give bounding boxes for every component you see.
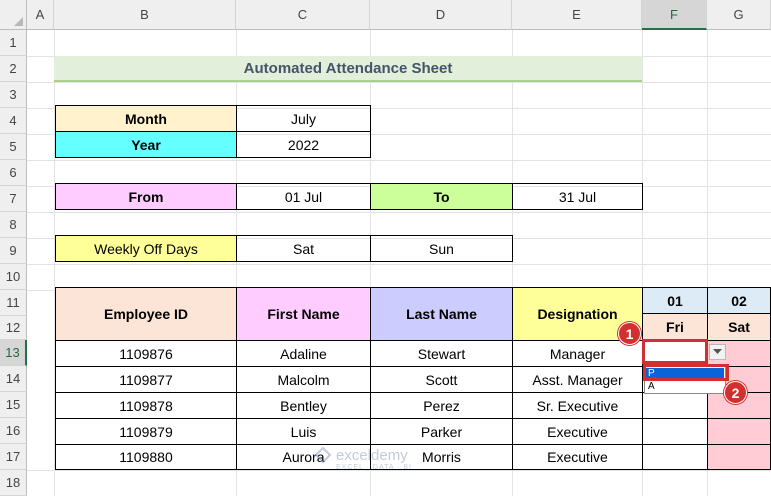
header-weekday-sat[interactable]: Sat [707,313,771,341]
cell-last-name[interactable]: Stewart [370,340,513,367]
attendance-cell[interactable] [642,392,708,419]
cell-first-name[interactable]: Malcolm [236,366,371,393]
row-header-12[interactable]: 12 [0,316,27,340]
gridline [27,264,771,265]
watermark-tagline: EXCEL · DATA · BI [336,464,412,471]
row-header-9[interactable]: 9 [0,238,27,264]
column-header-f[interactable]: F [642,0,707,30]
column-header-g[interactable]: G [707,0,771,30]
cell-designation[interactable]: Executive [512,418,643,445]
row-header-8[interactable]: 8 [0,212,27,238]
select-all-corner[interactable] [0,0,27,30]
to-label[interactable]: To [370,183,513,210]
gridline [27,212,771,213]
column-header-d[interactable]: D [370,0,512,30]
attendance-cell[interactable] [642,418,708,445]
cell-first-name[interactable]: Adaline [236,340,371,367]
from-label[interactable]: From [55,183,237,210]
cell-employee-id[interactable]: 1109876 [55,340,237,367]
watermark: exceldemy EXCEL · DATA · BI [314,446,464,480]
row-header-18[interactable]: 18 [0,470,27,496]
header-date-02[interactable]: 02 [707,287,771,314]
callout-badge-2: 2 [724,381,747,404]
row-header-17[interactable]: 17 [0,444,27,470]
weekly-off-label[interactable]: Weekly Off Days [55,235,237,262]
cell-last-name[interactable]: Scott [370,366,513,393]
cell-employee-id[interactable]: 1109877 [55,366,237,393]
row-header-11[interactable]: 11 [0,290,27,316]
cell-last-name[interactable]: Parker [370,418,513,445]
row-header-10[interactable]: 10 [0,264,27,290]
cell-employee-id[interactable]: 1109880 [55,444,237,470]
row-header-4[interactable]: 4 [0,108,27,134]
header-employee-id[interactable]: Employee ID [55,287,237,341]
sheet-title[interactable]: Automated Attendance Sheet [54,56,642,82]
gridline [27,82,771,83]
weekly-off-day1[interactable]: Sat [236,235,371,262]
dropdown-option-highlight [643,364,729,381]
row-header-6[interactable]: 6 [0,160,27,186]
weekend-cell[interactable] [707,418,771,445]
row-header-15[interactable]: 15 [0,392,27,418]
cell-designation[interactable]: Asst. Manager [512,366,643,393]
watermark-logo: exceldemy [314,446,464,464]
row-header-3[interactable]: 3 [0,82,27,108]
cell-designation[interactable]: Sr. Executive [512,392,643,419]
column-header-e[interactable]: E [512,0,642,30]
exceldemy-logo-icon [314,446,332,464]
cell-first-name[interactable]: Luis [236,418,371,445]
cell-last-name[interactable]: Perez [370,392,513,419]
row-header-1[interactable]: 1 [0,30,27,56]
gridline [27,160,771,161]
attendance-cell[interactable] [642,444,708,470]
year-label[interactable]: Year [55,131,237,158]
row-header-16[interactable]: 16 [0,418,27,444]
year-value[interactable]: 2022 [236,131,371,158]
watermark-name: exceldemy [336,446,408,464]
from-value[interactable]: 01 Jul [236,183,371,210]
row-header-14[interactable]: 14 [0,366,27,392]
row-header-5[interactable]: 5 [0,134,27,160]
dropdown-arrow-button[interactable] [709,344,726,360]
cell-first-name[interactable]: Bentley [236,392,371,419]
weekend-cell[interactable] [707,444,771,470]
column-header-b[interactable]: B [54,0,236,30]
active-cell-highlight [642,339,708,364]
cell-designation[interactable]: Executive [512,444,643,470]
dropdown-option-a[interactable]: A [646,381,724,393]
cell-employee-id[interactable]: 1109879 [55,418,237,445]
callout-badge-1: 1 [618,322,641,345]
row-header-2[interactable]: 2 [0,56,27,82]
weekly-off-day2[interactable]: Sun [370,235,513,262]
month-label[interactable]: Month [55,105,237,132]
header-last-name[interactable]: Last Name [370,287,513,341]
row-header-7[interactable]: 7 [0,186,27,212]
cell-employee-id[interactable]: 1109878 [55,392,237,419]
header-date-01[interactable]: 01 [642,287,708,314]
header-first-name[interactable]: First Name [236,287,371,341]
row-header-13[interactable]: 13 [0,340,27,366]
header-weekday-fri[interactable]: Fri [642,313,708,341]
column-header-c[interactable]: C [236,0,370,30]
to-value[interactable]: 31 Jul [512,183,643,210]
chevron-down-icon [713,349,722,354]
month-value[interactable]: July [236,105,371,132]
column-header-a[interactable]: A [27,0,54,30]
cell-designation[interactable]: Manager [512,340,643,367]
